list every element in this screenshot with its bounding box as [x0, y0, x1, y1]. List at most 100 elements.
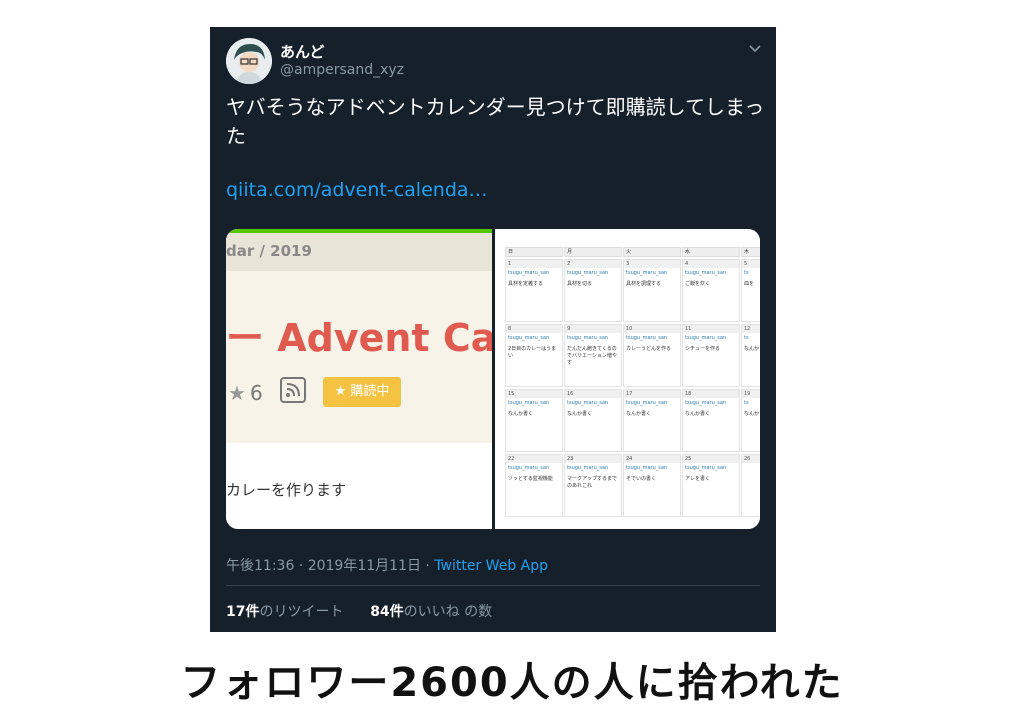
calendar-day-number: 18 [683, 390, 739, 398]
calendar-day-cell: 8 tsugu_maru_san 2日目のカレーはうまい [505, 324, 563, 387]
retweet-count: 17件 [226, 604, 260, 620]
calendar-entry-user: tsugu_maru_san [626, 465, 668, 471]
user-avatar[interactable] [226, 38, 272, 84]
calendar-entry-title: なんか書く [685, 411, 711, 417]
calendar-day-cell: 10 tsugu_maru_san カレーうどんを作る [623, 324, 681, 387]
calendar-day-number: 15 [506, 390, 562, 398]
calendar-day-cell: 24 tsugu_maru_san そでいの書く [623, 454, 681, 517]
star-count: 6 [250, 381, 263, 405]
calendar-day-number: 19 [742, 390, 760, 398]
breadcrumb: dar / 2019 [226, 229, 492, 271]
calendar-entry-title: なんか書く [567, 411, 593, 417]
calendar-day-cell: 1 tsugu_maru_san 具材を定義する [505, 259, 563, 322]
calendar-day-cell: 25 tsugu_maru_san アレを書く [682, 454, 740, 517]
calendar-day-number: 3 [624, 260, 680, 268]
calendar-day-cell: 22 tsugu_maru_san ゾッとする監視機能 [505, 454, 563, 517]
tweet-card: あんど @ampersand_xyz ヤバそうなアドベントカレンダー見つけて即購… [210, 27, 776, 632]
like-label: のいいね の数 [403, 604, 493, 620]
tweet-stats: 17件のリツイート 84件のいいね の数 [226, 601, 492, 621]
subscribe-badge: ★ 購読中 [323, 377, 401, 407]
calendar-entry-title: なんか書く [626, 411, 652, 417]
calendar-day-cell: 11 tsugu_maru_san シチューを作る [682, 324, 740, 387]
calendar-entry-user: tsugu_maru_san [508, 400, 550, 406]
calendar-entry-title: なんか書く [508, 411, 534, 417]
calendar-entry-user: ts [744, 335, 749, 341]
calendar-day-cell: 3 tsugu_maru_san 具材を調理する [623, 259, 681, 322]
calendar-weekday: 日 [505, 247, 563, 257]
subscribe-label: 購読中 [350, 384, 390, 399]
calendar-day-cell: 4 tsugu_maru_san ご飯を炊く [682, 259, 740, 322]
calendar-entry-user: tsugu_maru_san [685, 270, 727, 276]
calendar-entry-user: ts [744, 270, 749, 276]
user-handle[interactable]: @ampersand_xyz [280, 62, 404, 78]
calendar-day-number: 26 [742, 455, 760, 463]
action-row: ★ 6 ★ 購読中 [226, 377, 492, 411]
calendar-weekday: 火 [623, 247, 681, 257]
calendar-weekday: 水 [682, 247, 740, 257]
calendar-day-cell: 5 ts 皿を [741, 259, 760, 322]
star-icon: ★ [334, 384, 351, 399]
chevron-down-icon[interactable] [748, 41, 762, 55]
tweet-meta: 午後11:36 · 2019年11月11日 · Twitter Web App [226, 555, 548, 575]
media-image-calendar[interactable]: 日月火水木 1 tsugu_maru_san 具材を定義する 2 tsugu_maru_s… [495, 229, 760, 529]
calendar-entry-user: tsugu_maru_san [626, 400, 668, 406]
calendar-entry-user: tsugu_maru_san [567, 335, 609, 341]
star-icon: ★ [228, 381, 246, 405]
calendar-description: カレーを作ります [226, 481, 347, 499]
media-image-left[interactable]: dar / 2019 ー Advent Cal ★ 6 ★ 購読中 カレーを作り… [226, 229, 492, 529]
tweet-source[interactable]: Twitter Web App [434, 558, 548, 574]
calendar-entry-title: シチューを作る [685, 346, 721, 352]
slide-caption: フォロワー2600人の人に拾われた [180, 660, 844, 706]
like-stat[interactable]: 84件のいいね の数 [370, 604, 492, 620]
breadcrumb-text: dar / 2019 [226, 242, 312, 260]
calendar-day-cell: 12 ts なんか [741, 324, 760, 387]
tweet-link[interactable]: qiita.com/advent-calenda… [226, 179, 488, 201]
calendar-weekday: 木 [741, 247, 760, 257]
calendar-day-number: 4 [683, 260, 739, 268]
calendar-day-cell: 16 tsugu_maru_san なんか書く [564, 389, 622, 452]
calendar-day-number: 22 [506, 455, 562, 463]
calendar-entry-title: なんか [744, 346, 760, 352]
tweet-text: ヤバそうなアドベントカレンダー見つけて即購読してしまった [226, 95, 765, 148]
calendar-day-cell: 26 [741, 454, 760, 517]
calendar-entry-user: tsugu_maru_san [567, 400, 609, 406]
calendar-day-number: 8 [506, 325, 562, 333]
calendar-entry-title: 具材を定義する [508, 281, 544, 287]
calendar-day-number: 16 [565, 390, 621, 398]
retweet-stat[interactable]: 17件のリツイート [226, 604, 343, 620]
calendar-entry-user: tsugu_maru_san [685, 400, 727, 406]
calendar-day-number: 25 [683, 455, 739, 463]
calendar-day-number: 10 [624, 325, 680, 333]
calendar-entry-user: tsugu_maru_san [685, 335, 727, 341]
calendar-entry-user: tsugu_maru_san [626, 335, 668, 341]
calendar-entry-title: ゾッとする監視機能 [508, 476, 553, 482]
calendar-day-number: 11 [683, 325, 739, 333]
calendar-day-number: 23 [565, 455, 621, 463]
tweet-media[interactable]: dar / 2019 ー Advent Cal ★ 6 ★ 購読中 カレーを作り… [226, 229, 760, 529]
calendar-entry-title: 2日目のカレーはうまい [508, 346, 557, 359]
calendar-entry-user: ts [744, 400, 749, 406]
calendar-entry-user: tsugu_maru_san [508, 465, 550, 471]
calendar-day-cell: 9 tsugu_maru_san だんだん飽きてくるのでバリエーション増やす [564, 324, 622, 387]
tweet-timestamp[interactable]: 午後11:36 · 2019年11月11日 · [226, 558, 434, 574]
calendar-day-number: 5 [742, 260, 760, 268]
calendar-entry-title: そでいの書く [626, 476, 657, 482]
calendar-entry-user: tsugu_maru_san [685, 465, 727, 471]
display-name[interactable]: あんど [280, 41, 325, 62]
calendar-entry-title: だんだん飽きてくるのでバリエーション増やす [567, 346, 617, 366]
calendar-entry-title: 皿を [744, 281, 755, 287]
calendar-day-cell: 19 ts なんか [741, 389, 760, 452]
calendar-entry-user: tsugu_maru_san [567, 465, 609, 471]
calendar-entry-title: 具材を切る [567, 281, 593, 287]
calendar-weekday: 月 [564, 247, 622, 257]
calendar-entry-title: カレーうどんを作る [626, 346, 672, 352]
calendar-entry-title: アレを書く [685, 476, 711, 482]
green-accent-bar [226, 229, 492, 233]
calendar-day-cell: 17 tsugu_maru_san なんか書く [623, 389, 681, 452]
like-count: 84件 [370, 604, 404, 620]
calendar-day-cell: 18 tsugu_maru_san なんか書く [682, 389, 740, 452]
calendar-entry-user: tsugu_maru_san [508, 270, 550, 276]
calendar-day-number: 9 [565, 325, 621, 333]
calendar-title: ー Advent Cal [226, 316, 492, 360]
rss-icon [280, 377, 306, 403]
